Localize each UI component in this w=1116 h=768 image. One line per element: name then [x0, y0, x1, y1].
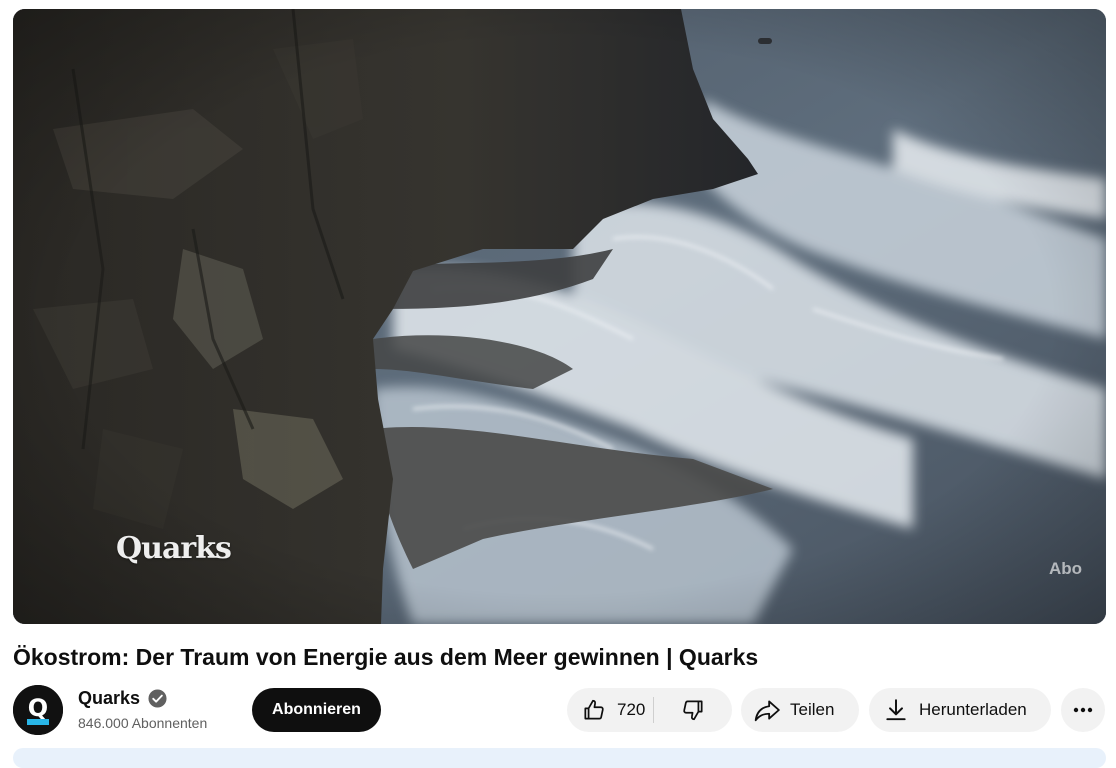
description-box[interactable]: [13, 748, 1106, 768]
subscriber-count: 846.000 Abonnenten: [78, 715, 208, 731]
like-dislike-group: 720: [567, 688, 732, 732]
download-label: Herunterladen: [919, 700, 1027, 719]
download-button[interactable]: Herunterladen: [869, 688, 1051, 732]
like-button[interactable]: 720: [567, 688, 653, 732]
like-count: 720: [617, 700, 646, 719]
channel-watermark: Quarks: [116, 531, 232, 566]
subscribe-button[interactable]: Abonnieren: [252, 688, 381, 732]
more-actions-button[interactable]: [1061, 688, 1105, 732]
share-label: Teilen: [790, 700, 835, 719]
dislike-button[interactable]: [654, 688, 732, 732]
check-circle-icon: [148, 689, 167, 708]
channel-name[interactable]: Quarks: [78, 687, 140, 709]
download-icon: [886, 699, 906, 721]
quarks-logo-icon: Q: [13, 685, 63, 735]
subscribe-watermark-badge[interactable]: Abo: [1049, 559, 1082, 579]
share-button[interactable]: Teilen: [741, 688, 859, 732]
share-arrow-icon: [754, 700, 780, 722]
thumb-up-icon: [584, 699, 604, 720]
channel-avatar[interactable]: Q: [13, 685, 63, 735]
thumb-down-icon: [683, 700, 703, 721]
video-player[interactable]: Quarks Abo: [13, 9, 1106, 624]
video-title: Ökostrom: Der Traum von Energie aus dem …: [13, 644, 759, 670]
more-horizontal-icon: [1073, 707, 1093, 713]
avatar-letter: Q: [28, 694, 48, 722]
